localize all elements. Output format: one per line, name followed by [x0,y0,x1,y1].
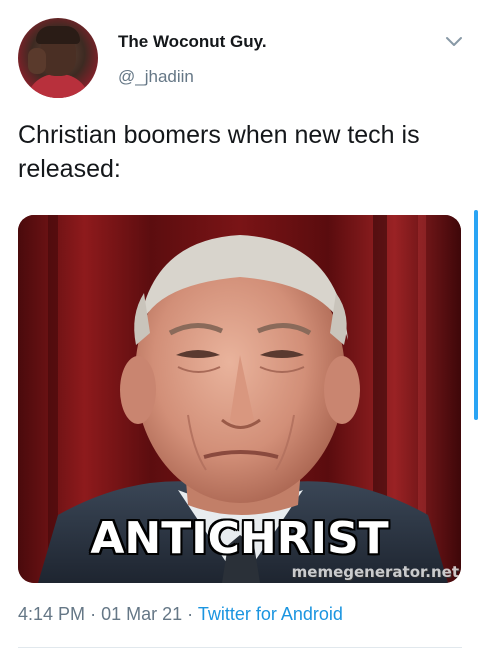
meme-watermark: memegenerator.net [291,563,459,581]
avatar-shirt [26,74,90,98]
tweet-time: 4:14 PM [18,604,86,624]
chevron-down-icon[interactable] [443,30,465,52]
avatar-cap [36,26,80,44]
meta-separator: · [187,604,194,624]
tweet-source-link[interactable]: Twitter for Android [198,604,343,624]
author-display-name[interactable]: The Woconut Guy. [118,32,267,52]
tweet-text: Christian boomers when new tech is relea… [18,121,420,183]
tweet-date[interactable]: 01 Mar 21 [101,604,182,624]
meme-caption: ANTICHRIST [90,513,389,564]
author-handle[interactable]: @_jhadiin [118,67,194,87]
avatar-hand [28,48,46,74]
tweet-meta: 4:14 PM · 01 Mar 21 · Twitter for Androi… [18,604,343,625]
avatar[interactable] [18,18,98,98]
tweet-media-image[interactable]: ANTICHRIST memegenerator.net [18,215,461,583]
tweet-header: The Woconut Guy. @_jhadiin [0,0,480,110]
meta-separator: · [90,604,97,624]
scrollbar[interactable] [474,210,478,420]
divider [18,647,462,648]
